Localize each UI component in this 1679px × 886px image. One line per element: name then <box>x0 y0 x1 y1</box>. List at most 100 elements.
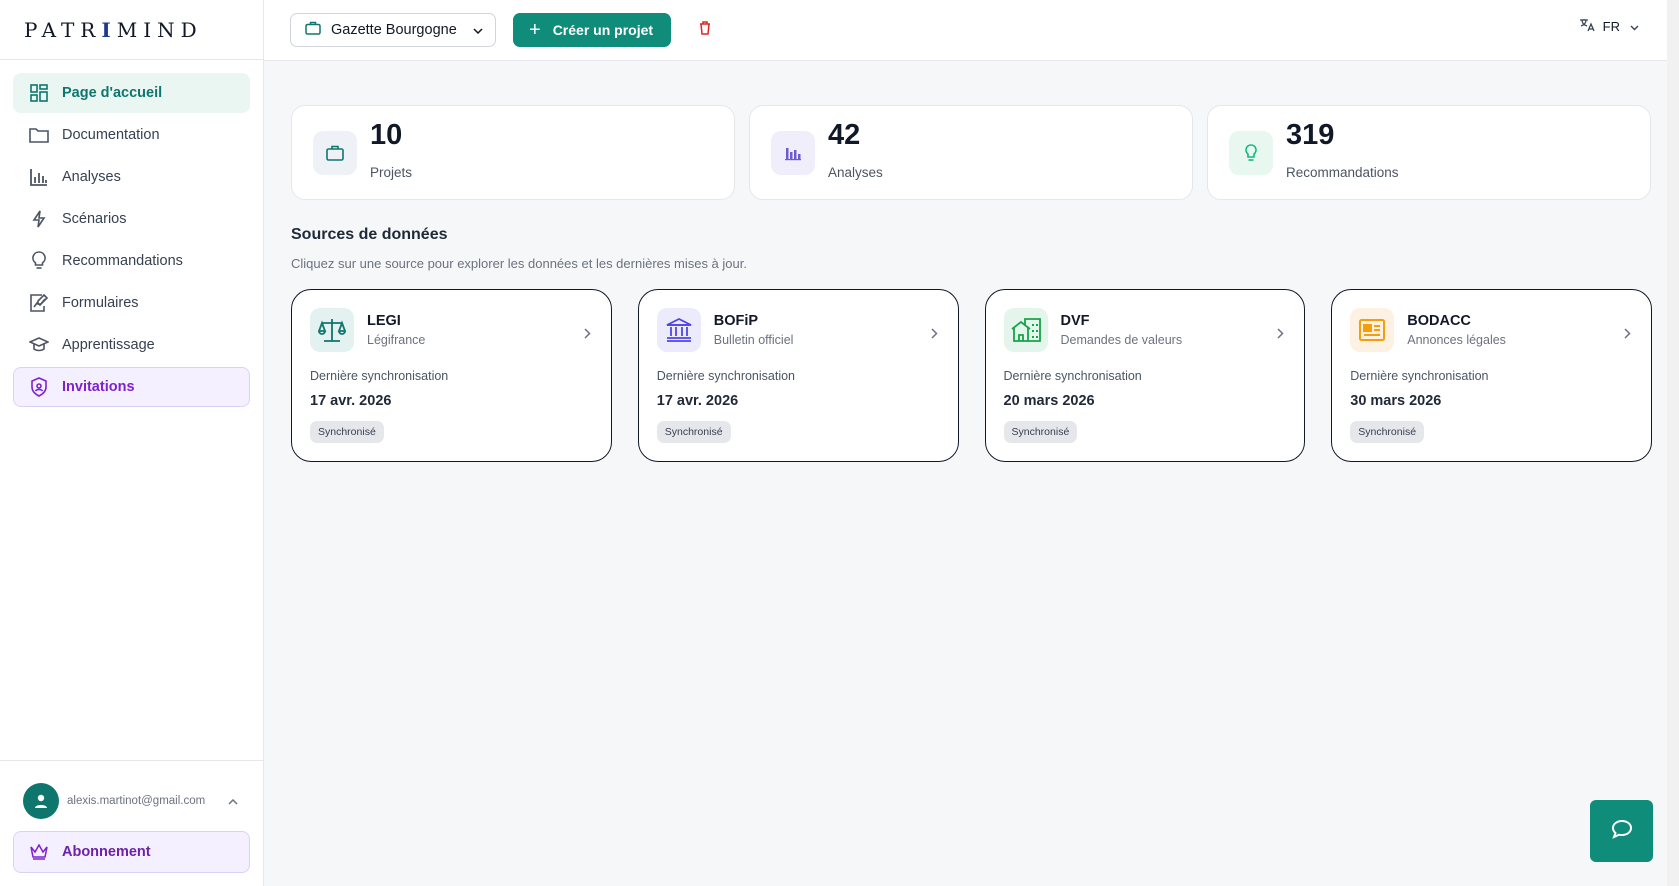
dashboard-icon <box>28 82 50 104</box>
stat-value: 10 <box>370 119 403 151</box>
sidebar-footer: alexis.martinot@gmail.com Abonnement <box>0 760 263 886</box>
stat-value: 42 <box>828 119 861 151</box>
section-subtitle: Cliquez sur une source pour explorer les… <box>291 256 747 271</box>
stats-row: 10 Projets 42 Analyses 319 Recommandatio… <box>291 105 1652 200</box>
sidebar-item-label: Apprentissage <box>62 337 155 353</box>
sidebar-item-invitations[interactable]: Invitations <box>13 367 250 407</box>
create-project-button[interactable]: + Créer un projet <box>513 13 672 47</box>
stat-value: 319 <box>1286 119 1335 151</box>
source-desc: Légifrance <box>367 333 426 347</box>
lightbulb-icon <box>1229 130 1273 175</box>
sidebar-item-label: Page d'accueil <box>62 85 163 101</box>
sidebar-item-analyses[interactable]: Analyses <box>13 157 250 197</box>
stat-label: Recommandations <box>1286 165 1399 180</box>
briefcase-icon <box>305 21 321 39</box>
source-sync-date: 20 mars 2026 <box>1003 393 1095 409</box>
lightbulb-icon <box>28 250 50 272</box>
source-sync-date: 17 avr. 2026 <box>656 393 739 409</box>
sidebar-nav: Page d'accueil Documentation Analyses Sc… <box>0 60 263 407</box>
delete-project-button[interactable] <box>699 20 711 40</box>
chevron-right-icon <box>930 326 938 344</box>
trash-icon <box>699 20 711 40</box>
source-name: LEGI <box>367 313 401 329</box>
source-desc: Demandes de valeurs <box>1060 333 1183 347</box>
avatar <box>23 783 59 819</box>
chevron-up-icon <box>228 792 238 810</box>
language-code: FR <box>1602 19 1620 34</box>
main-content: 10 Projets 42 Analyses 319 Recommandatio… <box>291 105 1652 462</box>
stat-card-projets[interactable]: 10 Projets <box>291 105 735 200</box>
form-edit-icon <box>28 292 50 314</box>
source-desc: Bulletin officiel <box>713 333 794 347</box>
sidebar-item-label: Documentation <box>62 127 160 143</box>
project-select[interactable]: Gazette Bourgogne <box>290 13 496 47</box>
user-menu[interactable]: alexis.martinot@gmail.com <box>13 781 250 821</box>
folder-icon <box>28 124 50 146</box>
chevron-down-icon <box>473 22 483 38</box>
topbar: Gazette Bourgogne + Créer un projet FR <box>264 0 1679 61</box>
sidebar-item-recommandations[interactable]: Recommandations <box>13 241 250 281</box>
building-icon <box>1003 308 1048 352</box>
language-select[interactable]: FR <box>1579 18 1639 35</box>
sidebar-item-label: Recommandations <box>62 253 183 269</box>
sidebar-item-scenarios[interactable]: Scénarios <box>13 199 250 239</box>
section-title: Sources de données <box>291 226 448 243</box>
subscription-label: Abonnement <box>62 844 151 860</box>
bar-chart-icon <box>28 166 50 188</box>
source-name: BODACC <box>1407 313 1471 329</box>
bank-icon <box>656 308 701 352</box>
chevron-down-icon <box>1630 19 1639 34</box>
source-desc: Annonces légales <box>1407 333 1506 347</box>
newspaper-icon <box>1350 308 1395 352</box>
project-name: Gazette Bourgogne <box>331 22 457 38</box>
briefcase-icon <box>313 130 357 175</box>
plus-icon: + <box>529 19 541 41</box>
sources-grid: LEGI Légifrance Dernière synchronisation… <box>291 289 1652 462</box>
sidebar-item-label: Analyses <box>62 169 121 185</box>
stat-label: Analyses <box>828 165 883 180</box>
sidebar-item-home[interactable]: Page d'accueil <box>13 73 250 113</box>
bar-chart-icon <box>771 130 815 175</box>
graduation-cap-icon <box>28 334 50 356</box>
sidebar: PATR I MIND Page d'accueil Documentation A… <box>0 0 264 886</box>
stat-card-analyses[interactable]: 42 Analyses <box>749 105 1193 200</box>
logo-mark: I <box>101 17 117 42</box>
user-email: alexis.martinot@gmail.com <box>67 795 206 807</box>
source-sync-label: Dernière synchronisation <box>1003 369 1142 383</box>
source-sync-label: Dernière synchronisation <box>656 369 796 383</box>
chevron-right-icon <box>1624 326 1631 344</box>
source-sync-label: Dernière synchronisation <box>310 369 449 383</box>
source-card-legi[interactable]: LEGI Légifrance Dernière synchronisation… <box>291 289 612 462</box>
create-project-label: Créer un projet <box>552 22 654 38</box>
source-name: DVF <box>1060 313 1090 329</box>
source-card-bofip[interactable]: BOFiP Bulletin officiel Dernière synchro… <box>637 289 959 462</box>
source-sync-label: Dernière synchronisation <box>1350 369 1489 383</box>
stat-card-recommandations[interactable]: 319 Recommandations <box>1207 105 1651 200</box>
sidebar-item-label: Scénarios <box>62 211 127 227</box>
logo-text-start: PATR <box>24 17 102 42</box>
subscription-button[interactable]: Abonnement <box>13 831 250 873</box>
sidebar-item-label: Formulaires <box>62 295 139 311</box>
source-card-dvf[interactable]: DVF Demandes de valeurs Dernière synchro… <box>984 289 1306 462</box>
sidebar-item-label: Invitations <box>62 379 135 395</box>
status-badge: Synchronisé <box>1350 421 1425 443</box>
scrollbar[interactable] <box>1667 0 1679 886</box>
shield-icon <box>28 376 50 398</box>
scales-icon <box>310 308 354 352</box>
source-card-bodacc[interactable]: BODACC Annonces légales Dernière synchro… <box>1331 289 1652 462</box>
source-sync-date: 30 mars 2026 <box>1350 393 1442 409</box>
source-name: BOFiP <box>713 313 759 329</box>
status-badge: Synchronisé <box>1003 421 1078 443</box>
logo-text-end: MIND <box>116 17 203 42</box>
translate-icon <box>1579 18 1595 35</box>
chat-button[interactable] <box>1590 800 1653 862</box>
sidebar-item-documentation[interactable]: Documentation <box>13 115 250 155</box>
sidebar-item-formulaires[interactable]: Formulaires <box>13 283 250 323</box>
status-badge: Synchronisé <box>310 421 384 443</box>
status-badge: Synchronisé <box>656 421 731 443</box>
lightning-icon <box>28 208 50 230</box>
crown-icon <box>30 844 48 860</box>
chat-bubble-icon <box>1611 819 1633 844</box>
logo[interactable]: PATR I MIND <box>0 0 263 60</box>
sidebar-item-apprentissage[interactable]: Apprentissage <box>13 325 250 365</box>
